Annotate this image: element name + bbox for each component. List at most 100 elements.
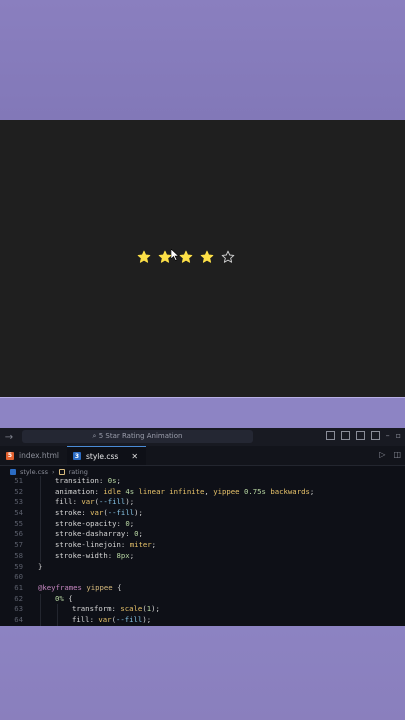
background-bottom <box>0 626 405 720</box>
code-line: 63 transform: scale(1); <box>0 604 405 615</box>
code-token: 0.75s <box>243 486 266 496</box>
code-token: var <box>98 614 112 624</box>
code-line: 61 @keyframes yippee { <box>0 583 405 594</box>
code-token: stroke-linejoin <box>55 540 121 550</box>
code-line: 62 0% { <box>0 593 405 605</box>
line-number: 56 <box>14 529 23 539</box>
line-number: 60 <box>14 572 23 582</box>
line-number: 52 <box>14 486 23 496</box>
code-token: fill <box>72 614 90 624</box>
minimize-icon[interactable]: – <box>386 431 390 440</box>
css-file-icon: 3 <box>73 452 81 460</box>
code-text: stroke-dasharray: 0; <box>55 529 143 540</box>
code-token: 4s <box>125 486 135 496</box>
code-text: fill: var(--fill); <box>55 497 134 508</box>
editor-tabs: 5 index.html 3 style.css ✕ ▷ ◫ <box>0 446 405 466</box>
selector-icon <box>58 468 65 475</box>
indent-guide <box>40 550 41 562</box>
star-rating[interactable] <box>133 248 238 266</box>
code-line: 53 fill: var(--fill); <box>0 497 405 509</box>
indent-guide <box>57 614 58 626</box>
back-arrow-icon[interactable]: → <box>0 432 18 443</box>
code-token: : <box>125 529 135 539</box>
code-token: ; <box>129 518 135 528</box>
code-token: yippee <box>86 582 113 592</box>
code-text: } <box>38 562 42 573</box>
star-filled-icon[interactable] <box>196 248 217 266</box>
indent-guide <box>40 540 41 551</box>
toggle-secondary-sidebar-icon[interactable] <box>355 431 365 440</box>
code-token: ); <box>134 508 143 518</box>
indent-guide <box>40 529 41 541</box>
code-token: : <box>81 508 91 518</box>
layout-controls: – ▫ <box>325 431 401 440</box>
chevron-right-icon: › <box>52 467 55 476</box>
line-number: 58 <box>14 550 23 560</box>
code-line: 64 fill: var(--fill); <box>0 614 405 626</box>
line-number: 59 <box>14 561 23 571</box>
code-text: transition: 0s; <box>55 476 121 487</box>
star-empty-icon[interactable] <box>217 248 238 266</box>
code-token: { <box>63 593 73 603</box>
tab-style-css[interactable]: 3 style.css ✕ <box>67 446 147 465</box>
code-text: animation: idle 4s linear infinite, yipp… <box>55 487 314 498</box>
code-token: animation <box>55 486 95 496</box>
command-center-label: 5 Star Rating Animation <box>98 432 183 440</box>
line-number: 61 <box>14 582 23 592</box>
code-token: --fill <box>115 614 143 624</box>
tab-label: style.css <box>86 451 119 461</box>
code-line: 59} <box>0 562 405 573</box>
line-number: 51 <box>14 476 23 485</box>
code-token: transition <box>55 476 99 485</box>
line-number: 64 <box>14 614 23 624</box>
html-file-icon: 5 <box>6 451 14 460</box>
split-editor-icon[interactable]: ◫ <box>393 450 401 459</box>
tab-index-html[interactable]: 5 index.html <box>0 446 67 465</box>
code-text: stroke-linejoin: miter; <box>55 540 156 551</box>
indent-guide <box>40 604 41 615</box>
code-token: : <box>98 476 108 485</box>
code-token: var <box>81 497 95 507</box>
code-token: backwards <box>265 486 310 496</box>
code-text: stroke-width: 8px; <box>55 551 134 562</box>
line-number: 54 <box>14 508 23 518</box>
code-token: stroke-width <box>55 550 108 560</box>
customize-layout-icon[interactable] <box>370 431 380 440</box>
code-area[interactable]: 51 transition: 0s; 52 animation: idle 4s li… <box>0 476 405 626</box>
code-token: --fill <box>107 508 135 518</box>
code-token: stroke-opacity <box>55 518 117 528</box>
star-filled-icon[interactable] <box>133 248 154 266</box>
toggle-sidebar-icon[interactable] <box>325 431 335 440</box>
line-number: 57 <box>14 540 23 550</box>
code-token: @keyframes <box>38 582 82 592</box>
code-token: miter <box>129 540 152 550</box>
code-line: 57 stroke-linejoin: miter; <box>0 540 405 551</box>
code-token: linear infinite <box>134 486 205 496</box>
line-number: 62 <box>14 593 23 603</box>
indent-guide <box>57 604 58 615</box>
title-bar: → ⌕ 5 Star Rating Animation – ▫ <box>0 428 405 446</box>
code-token: 0s <box>107 476 117 485</box>
line-number: 55 <box>14 518 23 528</box>
indent-guide <box>40 614 41 626</box>
mouse-cursor-icon <box>171 249 179 261</box>
tab-label: index.html <box>19 451 59 460</box>
indent-guide <box>40 476 41 487</box>
breadcrumb-file[interactable]: style.css <box>20 468 48 476</box>
breadcrumb-selector[interactable]: rating <box>69 468 88 476</box>
close-icon[interactable]: ✕ <box>131 452 138 461</box>
code-token: , <box>204 486 214 496</box>
code-editor: → ⌕ 5 Star Rating Animation – ▫ 5 index.… <box>0 428 405 626</box>
code-token: : <box>120 540 130 550</box>
css-file-icon <box>10 468 16 475</box>
code-text: 0% { <box>55 594 73 605</box>
maximize-icon[interactable]: ▫ <box>396 431 401 440</box>
code-token: var <box>90 508 104 518</box>
command-center[interactable]: ⌕ 5 Star Rating Animation <box>22 430 253 443</box>
editor-actions: ▷ ◫ <box>379 450 401 459</box>
code-token: ); <box>151 604 160 614</box>
run-icon[interactable]: ▷ <box>379 450 385 459</box>
code-token: : <box>116 518 126 528</box>
toggle-panel-icon[interactable] <box>340 431 350 440</box>
code-token: ; <box>309 486 315 496</box>
